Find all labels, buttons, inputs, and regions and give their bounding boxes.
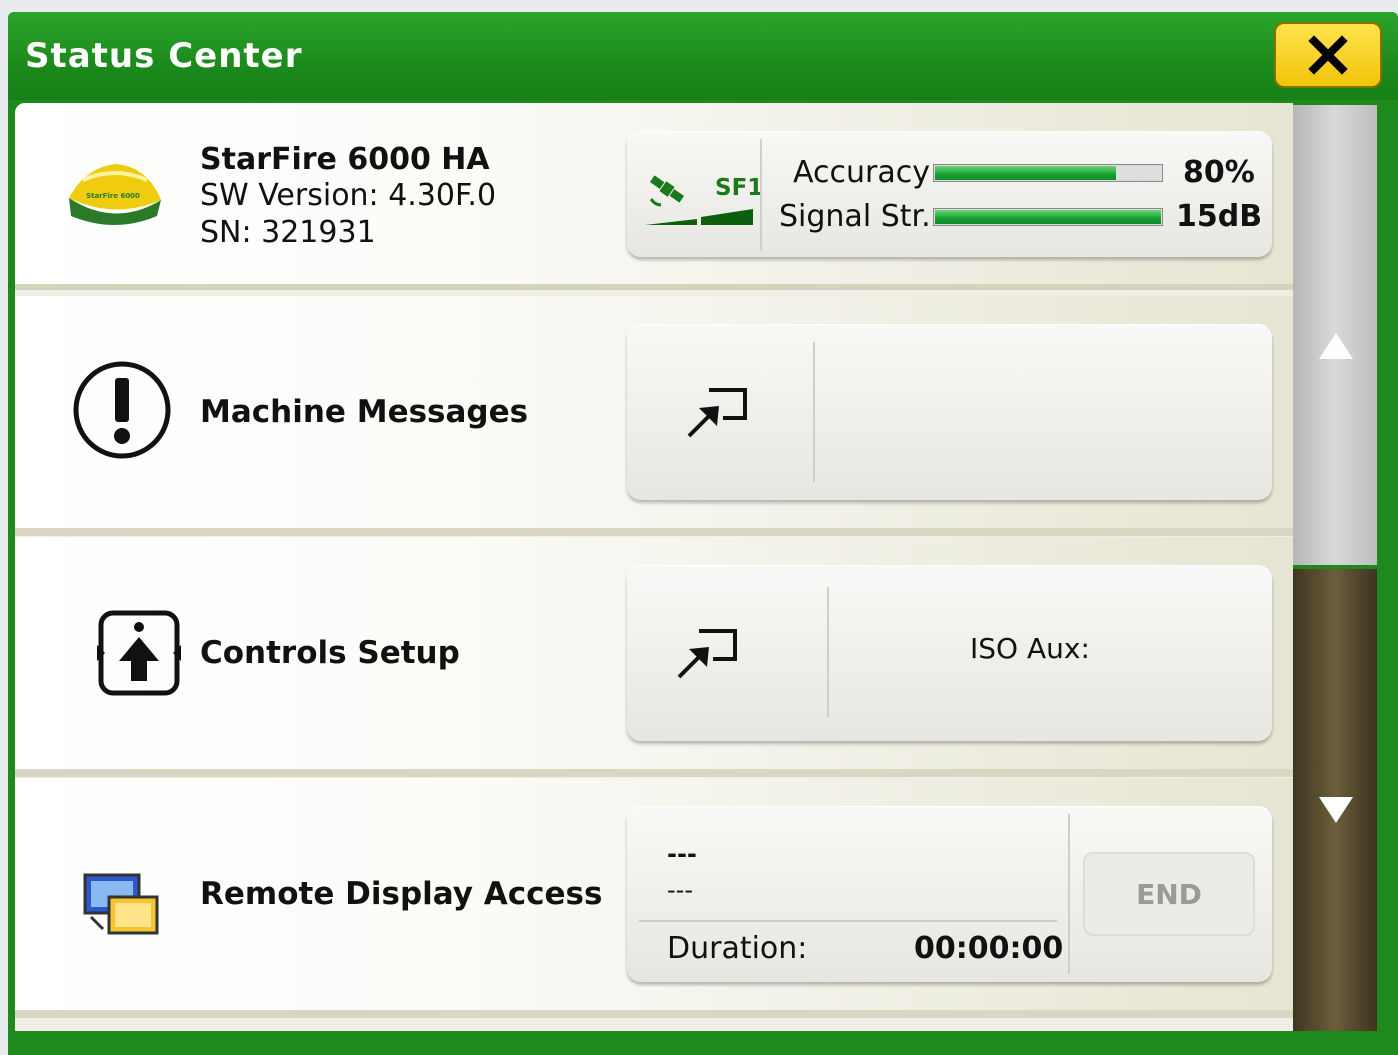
machine-messages-row[interactable]: Machine Messages bbox=[15, 296, 1293, 536]
scrollbar[interactable] bbox=[1293, 105, 1377, 1031]
controls-setup-row[interactable]: Controls Setup ISO Aux: bbox=[15, 537, 1293, 777]
end-button[interactable]: END bbox=[1083, 852, 1255, 936]
remote-line-1: --- bbox=[667, 840, 697, 868]
scroll-down-icon bbox=[1319, 797, 1353, 823]
title-bar: Status Center bbox=[8, 12, 1398, 100]
controls-icon bbox=[97, 610, 181, 696]
close-x-icon bbox=[1308, 35, 1348, 75]
signal-strength-bar bbox=[933, 208, 1163, 226]
scroll-up-button[interactable] bbox=[1293, 105, 1377, 565]
window-title: Status Center bbox=[25, 36, 303, 76]
gps-status-card[interactable]: SF1 Accuracy 80% Signal Str. 15dB bbox=[627, 131, 1272, 257]
remote-display-card: --- --- Duration: 00:00:00 END bbox=[627, 806, 1272, 982]
remote-display-row[interactable]: Remote Display Access --- --- Duration: … bbox=[15, 778, 1293, 1018]
remote-display-label: Remote Display Access bbox=[200, 876, 603, 912]
receiver-name: StarFire 6000 HA bbox=[200, 142, 490, 177]
receiver-serial: SN: 321931 bbox=[200, 215, 376, 250]
remote-display-icon bbox=[83, 873, 159, 935]
close-button[interactable] bbox=[1274, 22, 1382, 88]
status-list: StarFire 6000 StarFire 6000 HA SW Versio… bbox=[15, 103, 1293, 1031]
scroll-down-button[interactable] bbox=[1293, 569, 1377, 1031]
duration-label: Duration: bbox=[667, 931, 808, 966]
controls-setup-card[interactable]: ISO Aux: bbox=[627, 565, 1272, 741]
signal-label: Signal Str. bbox=[779, 199, 931, 234]
iso-aux-label: ISO Aux: bbox=[970, 632, 1090, 665]
remote-line-2: --- bbox=[667, 876, 693, 904]
accuracy-bar bbox=[933, 164, 1163, 182]
machine-messages-label: Machine Messages bbox=[200, 394, 529, 430]
accuracy-value: 80% bbox=[1183, 155, 1255, 190]
signal-value: 15dB bbox=[1176, 199, 1263, 234]
end-button-label: END bbox=[1136, 877, 1202, 911]
receiver-logo: StarFire 6000 bbox=[69, 164, 161, 225]
remote-divider bbox=[639, 920, 1057, 922]
logo-text: StarFire 6000 bbox=[86, 192, 140, 200]
controls-setup-label: Controls Setup bbox=[200, 635, 460, 671]
open-shortcut-icon bbox=[677, 629, 737, 679]
duration-value: 00:00:00 bbox=[914, 931, 1064, 966]
accuracy-label: Accuracy bbox=[793, 155, 930, 190]
receiver-row[interactable]: StarFire 6000 StarFire 6000 HA SW Versio… bbox=[15, 103, 1293, 290]
scroll-up-icon bbox=[1319, 333, 1353, 359]
receiver-sw-version: SW Version: 4.30F.0 bbox=[200, 178, 497, 213]
signal-strength-icon bbox=[645, 209, 753, 225]
satellite-icon bbox=[649, 175, 685, 207]
exclamation-icon bbox=[73, 361, 171, 459]
open-shortcut-icon bbox=[687, 388, 747, 438]
machine-messages-card[interactable] bbox=[627, 324, 1272, 500]
signal-tag: SF1 bbox=[715, 175, 764, 201]
